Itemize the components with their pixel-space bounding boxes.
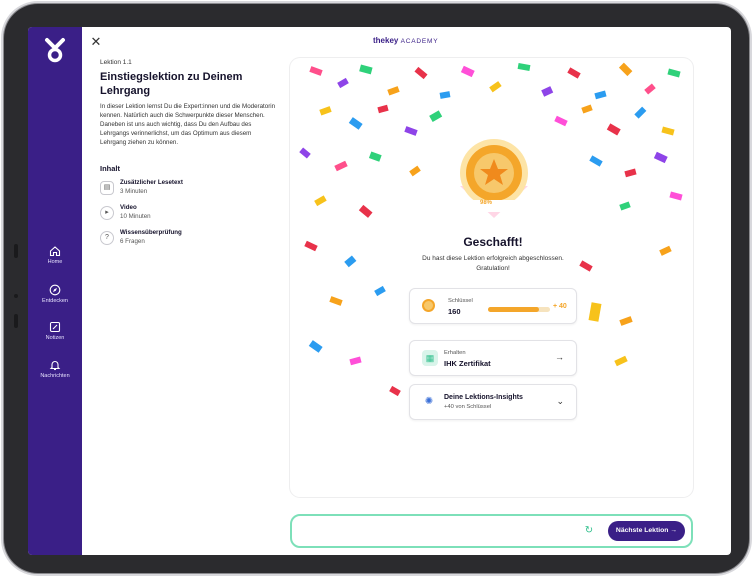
insights-tile[interactable]: ✺ Deine Lektions-Insights +40 von Schlüs…	[409, 384, 577, 420]
certificate-caption: Erhalten	[444, 350, 466, 356]
content-item-duration: 6 Fragen	[120, 238, 145, 245]
lesson-title: Einstiegslektion zu Deinem Lehrgang	[100, 71, 243, 97]
completion-subtitle: Du hast diese Lektion erfolgreich abgesc…	[422, 255, 564, 272]
next-lesson-label: Nächste Lektion	[615, 527, 669, 534]
content-item-title: Video	[120, 204, 137, 211]
notes-icon	[49, 321, 61, 333]
lightbulb-icon: ✺	[424, 396, 434, 407]
quiz-icon: ?	[100, 231, 114, 245]
completion-title: Geschafft!	[463, 235, 523, 249]
key-coin-icon	[422, 299, 435, 312]
certificate-value: IHK Zertifikat	[444, 359, 491, 368]
arrow-right-icon: →	[670, 527, 678, 534]
lesson-kicker: Lektion 1.1	[100, 59, 132, 66]
lesson-description: In dieser Lektion lernst Du die Expert:i…	[100, 103, 276, 146]
reading-icon: ▤	[100, 181, 114, 195]
play-icon: ▸	[100, 206, 114, 220]
content-item-reading[interactable]: ▤ Zusätzlicher Lesetext 3 Minuten	[100, 179, 270, 201]
content-item-video[interactable]: ▸ Video 10 Minuten	[100, 204, 270, 226]
sidebar-item-label: Entdecken	[42, 298, 68, 304]
keys-progress-fill	[488, 307, 539, 312]
bell-icon	[49, 361, 61, 371]
tablet-side-button	[14, 244, 18, 258]
keys-gain: + 40	[553, 303, 567, 310]
next-lesson-button[interactable]: Nächste Lektion →	[608, 521, 685, 541]
app-screen: Home Entdecken Notizen Nachrichten ✕ Lek…	[28, 27, 731, 555]
keys-value: 160	[448, 307, 461, 316]
certificate-tile[interactable]: ▦ Erhalten IHK Zertifikat →	[409, 340, 577, 376]
compass-icon	[49, 284, 61, 296]
arrow-right-icon: →	[555, 352, 564, 362]
home-icon	[49, 246, 61, 257]
keys-progress-track	[488, 307, 550, 312]
sidebar-item-home[interactable]: Home	[28, 245, 82, 265]
content-item-duration: 10 Minuten	[120, 213, 151, 220]
insights-sub: +40 von Schlüssel	[444, 404, 492, 410]
medal-badge	[460, 139, 528, 218]
keys-caption: Schlüssel	[448, 298, 473, 304]
content-item-title: Zusätzlicher Lesetext	[120, 179, 183, 186]
thekey-logo	[45, 38, 65, 63]
brand-suffix: ACADEMY	[400, 38, 439, 45]
brand-logo-text: thekey ACADEMY	[373, 36, 438, 45]
chevron-down-icon: ⌄	[556, 396, 564, 406]
sidebar-item-label: Home	[47, 259, 63, 265]
keys-tile: Schlüssel 160 + 40	[409, 288, 577, 324]
sidebar-item-entdecken[interactable]: Entdecken	[28, 284, 82, 304]
certificate-icon: ▦	[422, 350, 438, 366]
sidebar-item-nachrichten[interactable]: Nachrichten	[28, 359, 82, 379]
brand-name: thekey	[373, 36, 399, 45]
close-icon: ✕	[90, 34, 102, 49]
sidebar-item-label: Notizen	[45, 335, 65, 341]
content-item-title: Wissensüberprüfung	[120, 229, 182, 236]
insights-title: Deine Lektions-Insights	[444, 394, 523, 401]
completion-card	[290, 58, 693, 497]
content-item-duration: 3 Minuten	[120, 188, 148, 195]
badge-percent: 98%	[480, 200, 493, 206]
sidebar-item-notizen[interactable]: Notizen	[28, 321, 82, 341]
sidebar-rail: Home Entdecken Notizen Nachrichten	[28, 27, 82, 555]
tablet-side-button	[14, 314, 18, 328]
sidebar-item-label: Nachrichten	[40, 373, 70, 379]
tablet-camera	[14, 294, 18, 298]
restart-icon[interactable]: ↻	[583, 525, 595, 537]
content-heading: Inhalt	[100, 164, 120, 173]
content-item-quiz[interactable]: ? Wissensüberprüfung 6 Fragen	[100, 229, 270, 251]
tablet-frame: Home Entdecken Notizen Nachrichten ✕ Lek…	[4, 4, 749, 573]
close-button[interactable]: ✕	[88, 34, 104, 50]
